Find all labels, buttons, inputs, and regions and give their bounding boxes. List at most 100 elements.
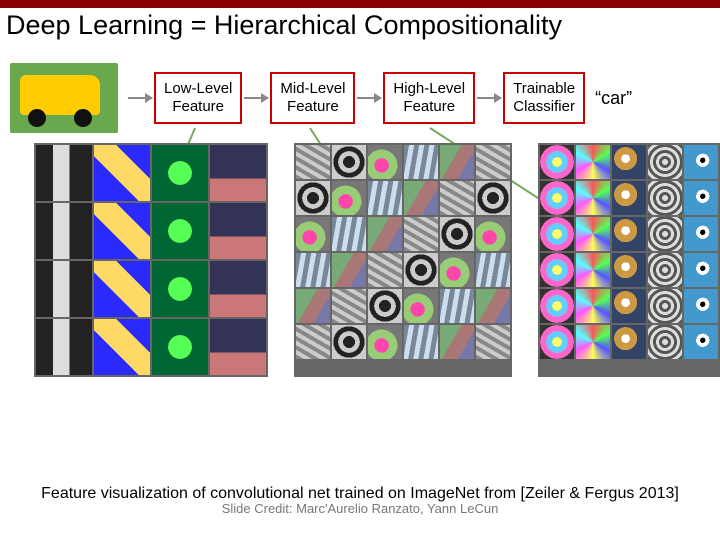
- feature-patch: [612, 325, 646, 359]
- feature-patch: [576, 145, 610, 179]
- feature-patch: [684, 217, 718, 251]
- feature-patch: [612, 217, 646, 251]
- stage-classifier: Trainable Classifier: [503, 72, 585, 124]
- feature-patch: [296, 145, 330, 179]
- caption: Feature visualization of convolutional n…: [0, 485, 720, 516]
- feature-patch: [332, 217, 366, 251]
- feature-patch: [368, 181, 402, 215]
- feature-patch: [210, 261, 266, 317]
- feature-patch: [152, 261, 208, 317]
- arrow-icon: [357, 97, 381, 99]
- feature-patch: [36, 145, 92, 201]
- arrow-icon: [128, 97, 152, 99]
- feature-patch: [576, 181, 610, 215]
- feature-patch: [36, 203, 92, 259]
- arrow-icon: [477, 97, 501, 99]
- feature-patch: [540, 253, 574, 287]
- feature-patch: [368, 145, 402, 179]
- stage-label-line2: Feature: [164, 98, 232, 116]
- feature-patch: [152, 145, 208, 201]
- feature-patch: [368, 217, 402, 251]
- feature-patch: [440, 217, 474, 251]
- feature-patch: [296, 181, 330, 215]
- stage-mid-level: Mid-Level Feature: [270, 72, 355, 124]
- stage-high-level: High-Level Feature: [383, 72, 475, 124]
- feature-patch: [684, 181, 718, 215]
- feature-patch: [576, 217, 610, 251]
- feature-patch: [648, 145, 682, 179]
- feature-patch: [440, 181, 474, 215]
- feature-patch: [404, 253, 438, 287]
- feature-patch: [94, 261, 150, 317]
- feature-patch: [648, 253, 682, 287]
- accent-bar: [0, 0, 720, 8]
- feature-patch: [576, 325, 610, 359]
- feature-patch: [540, 325, 574, 359]
- slide-title: Deep Learning = Hierarchical Composition…: [0, 8, 720, 49]
- feature-patch: [476, 145, 510, 179]
- feature-patch: [540, 217, 574, 251]
- feature-patch: [36, 261, 92, 317]
- feature-patch: [440, 289, 474, 323]
- feature-patch: [94, 319, 150, 375]
- stage-label-line2: Feature: [280, 98, 345, 116]
- feature-patch: [210, 145, 266, 201]
- feature-patch: [576, 289, 610, 323]
- feature-patch: [404, 289, 438, 323]
- feature-patch: [476, 217, 510, 251]
- feature-patch: [684, 253, 718, 287]
- feature-patch: [152, 203, 208, 259]
- feature-patch: [368, 253, 402, 287]
- feature-patch: [332, 253, 366, 287]
- pipeline-row: Low-Level Feature Mid-Level Feature High…: [0, 49, 720, 133]
- feature-patch: [210, 319, 266, 375]
- feature-patch: [404, 181, 438, 215]
- feature-patch: [476, 253, 510, 287]
- feature-patch: [476, 289, 510, 323]
- high-level-feature-grid: [538, 143, 720, 377]
- feature-patch: [648, 325, 682, 359]
- feature-patch: [94, 203, 150, 259]
- feature-patch: [684, 289, 718, 323]
- feature-patch: [476, 181, 510, 215]
- output-label: “car”: [595, 88, 632, 109]
- feature-patch: [612, 253, 646, 287]
- feature-patch: [684, 325, 718, 359]
- input-image-car: [10, 63, 118, 133]
- feature-patch: [612, 145, 646, 179]
- stage-label-line1: Low-Level: [164, 80, 232, 98]
- feature-patch: [476, 325, 510, 359]
- feature-patch: [576, 253, 610, 287]
- feature-patch: [612, 289, 646, 323]
- feature-patch: [152, 319, 208, 375]
- feature-patch: [404, 325, 438, 359]
- feature-patch: [296, 217, 330, 251]
- stage-label-line1: Mid-Level: [280, 80, 345, 98]
- stage-label-line1: Trainable: [513, 80, 575, 98]
- feature-patch: [332, 145, 366, 179]
- feature-patch: [648, 217, 682, 251]
- feature-patch: [332, 289, 366, 323]
- feature-patch: [368, 289, 402, 323]
- stage-label-line2: Classifier: [513, 98, 575, 116]
- feature-patch: [296, 289, 330, 323]
- feature-patch: [296, 253, 330, 287]
- low-level-feature-grid: [34, 143, 268, 377]
- feature-patch: [404, 217, 438, 251]
- arrow-icon: [244, 97, 268, 99]
- feature-patch: [332, 181, 366, 215]
- feature-patch: [440, 253, 474, 287]
- feature-patch: [540, 181, 574, 215]
- feature-grids: [0, 133, 720, 377]
- feature-patch: [368, 325, 402, 359]
- feature-patch: [440, 145, 474, 179]
- feature-patch: [332, 325, 366, 359]
- feature-patch: [648, 289, 682, 323]
- stage-label-line1: High-Level: [393, 80, 465, 98]
- feature-patch: [648, 181, 682, 215]
- stage-low-level: Low-Level Feature: [154, 72, 242, 124]
- feature-patch: [210, 203, 266, 259]
- caption-credit: Slide Credit: Marc'Aurelio Ranzato, Yann…: [0, 501, 720, 516]
- feature-patch: [404, 145, 438, 179]
- stage-label-line2: Feature: [393, 98, 465, 116]
